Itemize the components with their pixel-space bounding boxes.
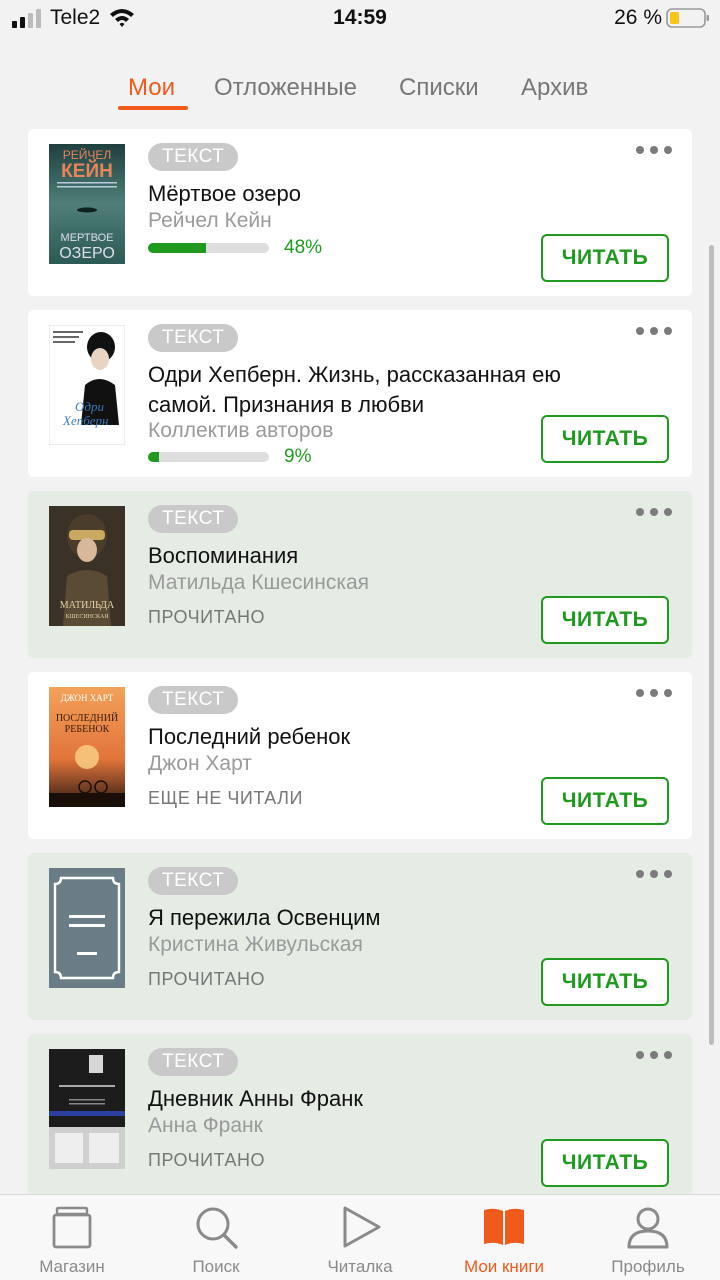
svg-text:РЕБЕНОК: РЕБЕНОК (65, 724, 110, 735)
book-card[interactable]: ТЕКСТ Дневник Анны Франк Анна Франк ПРОЧ… (28, 1034, 692, 1201)
book-title[interactable]: Дневник Анны Франк (148, 1084, 588, 1114)
read-status: ПРОЧИТАНО (148, 969, 265, 989)
read-status: ПРОЧИТАНО (148, 607, 265, 627)
book-card[interactable]: Одри Хепберн ТЕКСТ Одри Хепберн. Жизнь, … (28, 310, 692, 477)
battery-icon (666, 8, 709, 28)
nav-reader[interactable]: Читалка (288, 1195, 432, 1280)
read-status: ЕЩЕ НЕ ЧИТАЛИ (148, 788, 303, 808)
book-card[interactable]: ТЕКСТ Я пережила Освенцим Кристина Живул… (28, 853, 692, 1020)
read-button[interactable]: ЧИТАТЬ (541, 415, 669, 463)
nav-label: Профиль (611, 1257, 685, 1276)
svg-text:ОЗЕРО: ОЗЕРО (59, 245, 115, 262)
search-icon (196, 1207, 238, 1249)
reading-progress-bar (148, 452, 269, 462)
book-title[interactable]: Последний ребенок (148, 722, 588, 752)
nav-label: Читалка (327, 1257, 393, 1276)
library-tabs: Мои Отложенные Списки Архив (0, 60, 720, 112)
more-options-icon[interactable] (636, 686, 672, 700)
format-badge: ТЕКСТ (148, 143, 239, 171)
book-author: Анна Франк (148, 1114, 263, 1137)
battery-percent: 26 % (614, 6, 662, 29)
book-card[interactable]: МАТИЛЬДА КШЕСИНСКАЯ ТЕКСТ Воспоминания М… (28, 491, 692, 658)
book-title[interactable]: Мёртвое озеро (148, 179, 588, 209)
more-options-icon[interactable] (636, 1048, 672, 1062)
book-author: Кристина Живульская (148, 933, 363, 956)
book-icon (484, 1208, 524, 1245)
book-author: Матильда Кшесинская (148, 571, 370, 594)
book-title[interactable]: Воспоминания (148, 541, 588, 571)
svg-text:Одри: Одри (75, 399, 104, 414)
format-badge: ТЕКСТ (148, 324, 239, 352)
clock: 14:59 (333, 6, 387, 29)
book-cover[interactable]: РЕЙЧЕЛ КЕЙН МЕРТВОЕ ОЗЕРО (49, 144, 125, 264)
read-button[interactable]: ЧИТАТЬ (541, 234, 669, 282)
book-cover[interactable] (49, 1049, 125, 1169)
format-badge: ТЕКСТ (148, 505, 239, 533)
scrollbar[interactable] (709, 245, 714, 1045)
book-cover[interactable]: МАТИЛЬДА КШЕСИНСКАЯ (49, 506, 125, 626)
nav-label: Мои книги (463, 1257, 545, 1276)
more-options-icon[interactable] (636, 867, 672, 881)
book-title[interactable]: Одри Хепберн. Жизнь, рассказанная ею сам… (148, 360, 588, 420)
svg-text:МАТИЛЬДА: МАТИЛЬДА (60, 600, 115, 611)
svg-text:МЕРТВОЕ: МЕРТВОЕ (61, 232, 114, 244)
bottom-nav: Магазин Поиск Читалка Мои книги Профиль (0, 1194, 720, 1280)
format-badge: ТЕКСТ (148, 867, 239, 895)
reading-progress-fill (148, 243, 207, 253)
book-card[interactable]: ДЖОН ХАРТ ПОСЛЕДНИЙ РЕБЕНОК ТЕКСТ Послед… (28, 672, 692, 839)
nav-label: Поиск (192, 1257, 240, 1276)
read-button[interactable]: ЧИТАТЬ (541, 1139, 669, 1187)
format-badge: ТЕКСТ (148, 686, 239, 714)
nav-search[interactable]: Поиск (144, 1195, 288, 1280)
read-button[interactable]: ЧИТАТЬ (541, 958, 669, 1006)
svg-text:КШЕСИНСКАЯ: КШЕСИНСКАЯ (66, 614, 109, 620)
reading-progress-bar (148, 243, 269, 253)
more-options-icon[interactable] (636, 505, 672, 519)
book-author: Джон Харт (148, 752, 252, 775)
store-icon (52, 1206, 92, 1249)
book-placeholder-cover[interactable] (49, 868, 125, 988)
read-status: ПРОЧИТАНО (148, 1150, 265, 1170)
svg-text:ДЖОН ХАРТ: ДЖОН ХАРТ (61, 693, 114, 703)
svg-text:ПОСЛЕДНИЙ: ПОСЛЕДНИЙ (56, 712, 118, 724)
tab-lists[interactable]: Списки (399, 74, 479, 102)
nav-label: Магазин (39, 1257, 105, 1276)
book-author: Рейчел Кейн (148, 209, 272, 232)
book-cover[interactable]: Одри Хепберн (49, 325, 125, 445)
read-button[interactable]: ЧИТАТЬ (541, 777, 669, 825)
nav-store[interactable]: Магазин (0, 1195, 144, 1280)
book-card[interactable]: РЕЙЧЕЛ КЕЙН МЕРТВОЕ ОЗЕРО ТЕКСТ Мёртвое … (28, 129, 692, 296)
tab-archive[interactable]: Архив (521, 74, 588, 102)
progress-percent: 9% (284, 446, 312, 467)
book-cover[interactable]: ДЖОН ХАРТ ПОСЛЕДНИЙ РЕБЕНОК (49, 687, 125, 807)
profile-icon (627, 1207, 669, 1249)
book-author: Коллектив авторов (148, 419, 334, 442)
reading-progress-fill (148, 452, 159, 462)
book-title[interactable]: Я пережила Освенцим (148, 903, 588, 933)
active-tab-indicator (118, 106, 188, 110)
tab-my[interactable]: Мои (128, 74, 175, 102)
nav-my-books[interactable]: Мои книги (432, 1195, 576, 1280)
more-options-icon[interactable] (636, 324, 672, 338)
tab-deferred[interactable]: Отложенные (214, 74, 357, 102)
play-icon (343, 1206, 381, 1248)
svg-text:Хепберн: Хепберн (62, 413, 108, 428)
read-button[interactable]: ЧИТАТЬ (541, 596, 669, 644)
svg-text:КЕЙН: КЕЙН (61, 160, 113, 182)
progress-percent: 48% (284, 237, 323, 258)
svg-text:РЕЙЧЕЛ: РЕЙЧЕЛ (63, 147, 112, 162)
nav-profile[interactable]: Профиль (576, 1195, 720, 1280)
more-options-icon[interactable] (636, 143, 672, 157)
status-bar: Tele2 14:59 26 % (0, 0, 720, 40)
format-badge: ТЕКСТ (148, 1048, 239, 1076)
